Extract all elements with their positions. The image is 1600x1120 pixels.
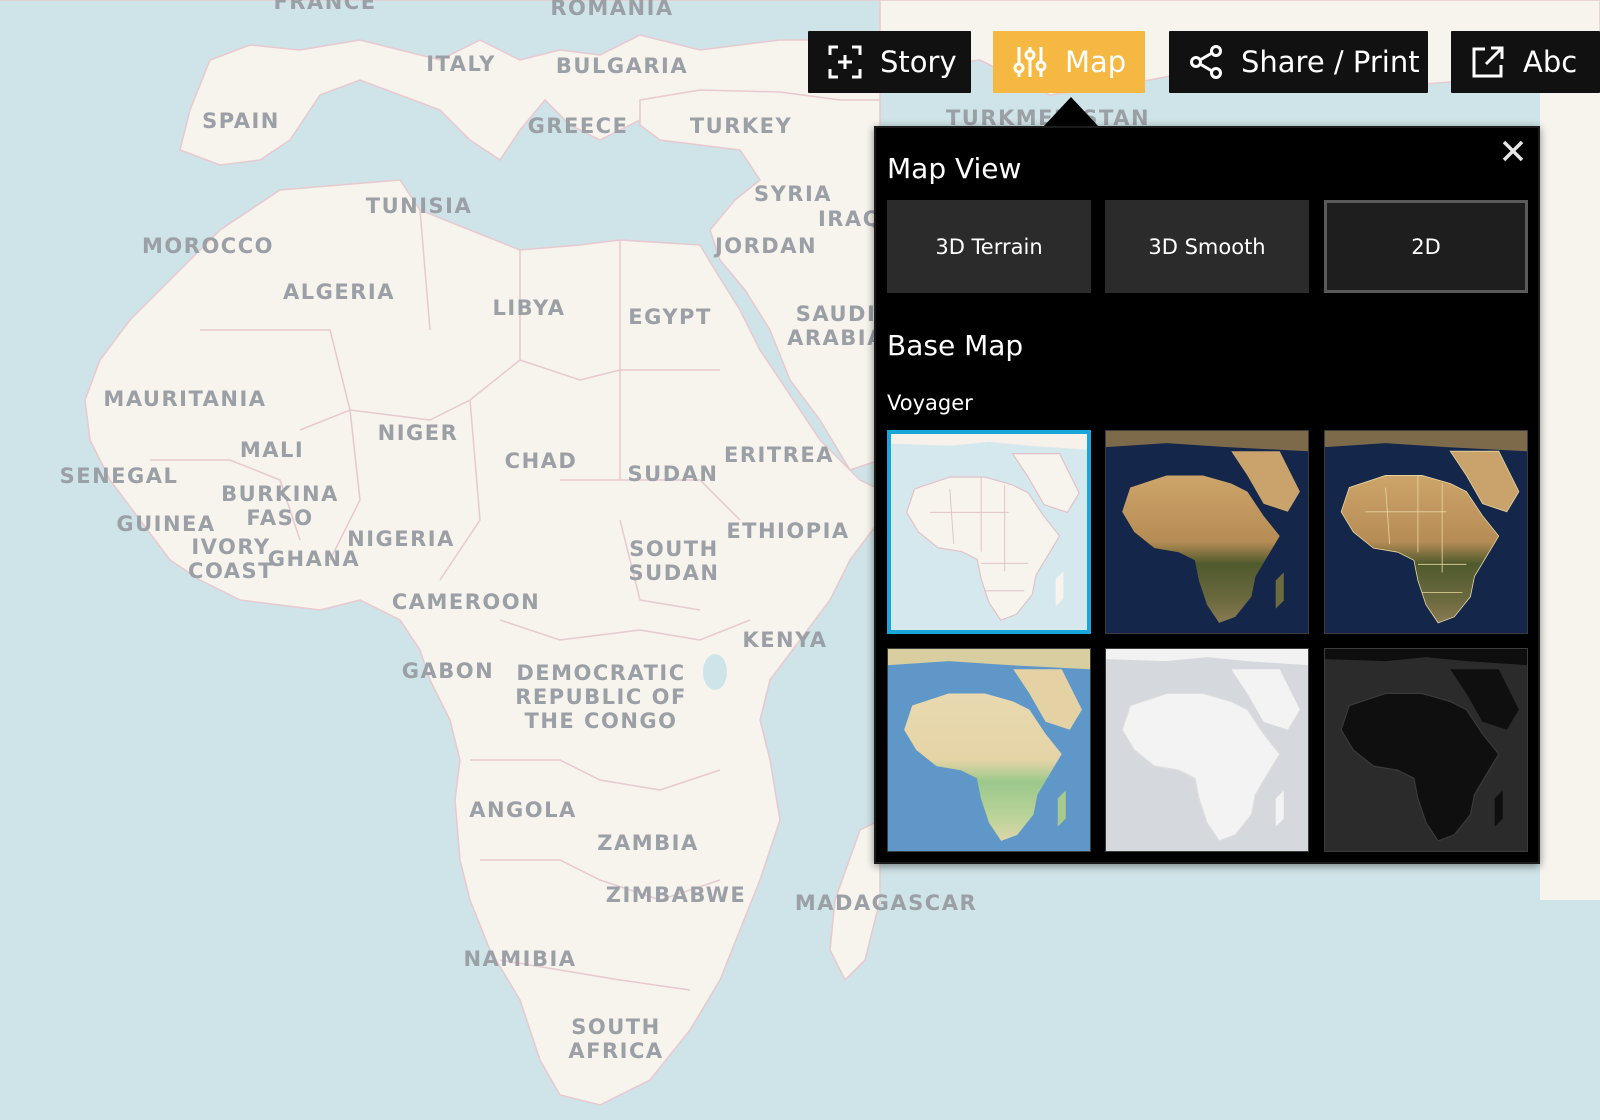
about-button-label: Abc: [1523, 45, 1578, 79]
map-settings-panel: Map View 3D Terrain 3D Smooth 2D Base Ma…: [874, 126, 1540, 864]
country-label: EGYPT: [628, 305, 712, 329]
story-button[interactable]: Story: [808, 31, 971, 93]
country-label: IRAQ: [817, 207, 883, 231]
country-label: NIGERIA: [347, 527, 455, 551]
basemap-voyager-thumb[interactable]: [887, 430, 1091, 634]
map-view-heading: Map View: [887, 152, 1022, 185]
close-icon[interactable]: [1498, 136, 1528, 166]
country-label: SYRIA: [753, 182, 833, 206]
country-label: FRANCE: [273, 0, 377, 14]
country-label: LIBYA: [492, 296, 566, 320]
country-label: IVORY COAST: [188, 535, 274, 583]
country-label: ROMANIA: [550, 0, 674, 20]
country-label: TUNISIA: [365, 194, 473, 218]
country-label: ZAMBIA: [597, 831, 699, 855]
sliders-icon: [1011, 43, 1049, 81]
country-label: ERITREA: [724, 443, 834, 467]
country-label: CAMEROON: [391, 590, 541, 614]
country-label: MAURITANIA: [103, 387, 267, 411]
country-label: NIGER: [377, 421, 459, 445]
base-map-heading: Base Map: [887, 329, 1024, 362]
country-label: SAUDI ARABIA: [787, 302, 885, 350]
share-icon: [1187, 43, 1225, 81]
country-label: SOUTH SUDAN: [628, 537, 720, 585]
country-label: NAMIBIA: [463, 947, 577, 971]
basemap-satellite-thumb[interactable]: [1105, 430, 1309, 634]
country-label: MALI: [239, 438, 305, 462]
country-label: GREECE: [527, 114, 629, 138]
country-label: MADAGASCAR: [794, 891, 978, 915]
view-3d-smooth-button[interactable]: 3D Smooth: [1105, 200, 1309, 293]
country-label: BULGARIA: [555, 54, 689, 78]
basemap-terrain-thumb[interactable]: [887, 648, 1091, 852]
country-label: DEMOCRATIC REPUBLIC OF THE CONGO: [515, 661, 687, 733]
view-3d-terrain-button[interactable]: 3D Terrain: [887, 200, 1091, 293]
country-label: ANGOLA: [469, 798, 577, 822]
country-label: SUDAN: [627, 462, 719, 486]
basemap-dark-matter-thumb[interactable]: [1324, 648, 1528, 852]
country-label: SENEGAL: [59, 464, 179, 488]
country-label: ETHIOPIA: [726, 519, 850, 543]
country-label: CHAD: [504, 449, 578, 473]
country-label: ALGERIA: [283, 280, 395, 304]
country-label: ITALY: [426, 52, 496, 76]
about-button[interactable]: Abc: [1451, 31, 1600, 93]
basemap-positron-thumb[interactable]: [1105, 648, 1309, 852]
country-label: SOUTH AFRICA: [568, 1015, 664, 1063]
share-print-button[interactable]: Share / Print: [1169, 31, 1428, 93]
country-label: KENYA: [742, 628, 828, 652]
country-label: TURKEY: [689, 114, 793, 138]
map-button[interactable]: Map: [993, 31, 1145, 93]
country-label: ZIMBABWE: [605, 883, 747, 907]
country-label: JORDAN: [714, 234, 818, 258]
country-label: SPAIN: [202, 109, 280, 133]
basemap-satellite-labels-thumb[interactable]: [1324, 430, 1528, 634]
story-button-label: Story: [880, 45, 957, 79]
panel-pointer: [1043, 97, 1099, 127]
story-icon: [826, 43, 864, 81]
map-button-label: Map: [1065, 45, 1127, 79]
base-map-selected-name: Voyager: [887, 391, 973, 415]
country-label: GUINEA: [116, 512, 216, 536]
view-2d-button[interactable]: 2D: [1324, 200, 1528, 293]
country-label: GABON: [401, 659, 495, 683]
share-print-button-label: Share / Print: [1241, 45, 1420, 79]
country-label: BURKINA FASO: [221, 482, 339, 530]
country-label: MOROCCO: [142, 234, 274, 258]
external-link-icon: [1469, 43, 1507, 81]
